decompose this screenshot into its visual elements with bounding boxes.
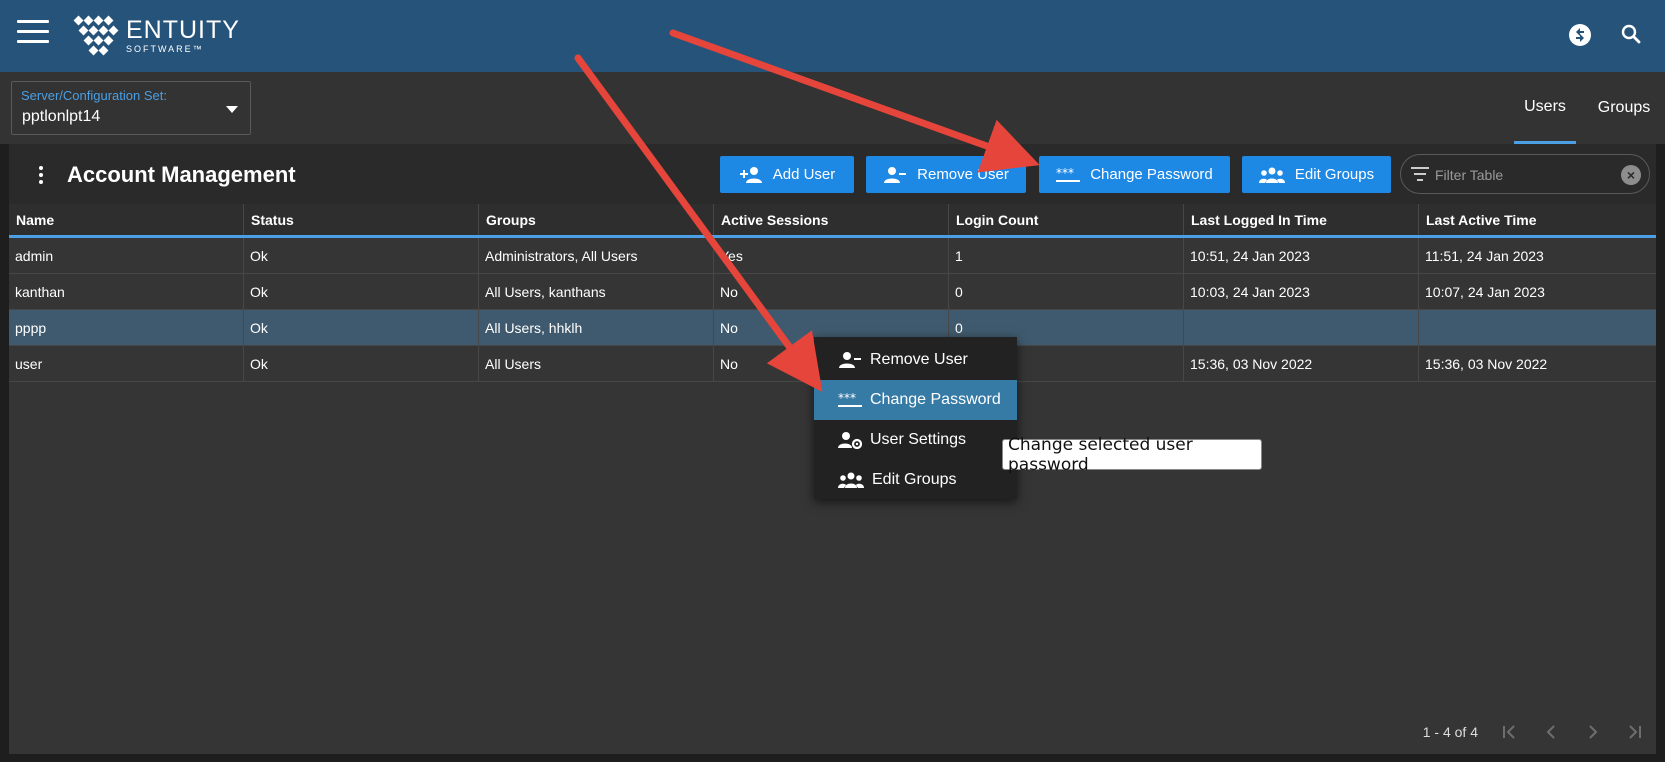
edit-groups-button[interactable]: Edit Groups — [1242, 156, 1391, 193]
chevron-down-icon — [226, 106, 238, 113]
menu-item-change-password[interactable]: *** Change Password — [814, 380, 1017, 420]
column-header[interactable]: Active Sessions — [714, 204, 949, 235]
edit-groups-label: Edit Groups — [1294, 166, 1375, 183]
account-switch-icon[interactable] — [1565, 20, 1595, 50]
add-user-label: Add User — [772, 166, 836, 183]
column-header[interactable]: Name — [9, 204, 244, 235]
prev-page-button[interactable] — [1530, 720, 1572, 744]
table-cell: Administrators, All Users — [479, 238, 714, 273]
add-user-button[interactable]: Add User — [720, 156, 854, 193]
add-user-icon — [739, 166, 762, 183]
column-header[interactable]: Login Count — [949, 204, 1184, 235]
table-cell: 1 — [949, 238, 1184, 273]
sub-header: Server/Configuration Set: pptlonlpt14 Us… — [0, 72, 1665, 144]
logo-name: ENTUITY — [126, 16, 240, 44]
change-password-button[interactable]: *** Change Password — [1039, 156, 1230, 193]
remove-user-icon — [839, 352, 861, 368]
menu-icon[interactable] — [17, 20, 49, 48]
menu-item-label: Edit Groups — [872, 471, 957, 488]
top-bar: ENTUITY SOFTWARE™ — [0, 0, 1665, 72]
last-page-button[interactable] — [1614, 720, 1656, 744]
menu-item-remove-user[interactable]: Remove User — [814, 340, 1017, 380]
menu-item-label: Change Password — [870, 391, 1001, 408]
logo-icon — [73, 15, 119, 56]
filter-input[interactable] — [1435, 163, 1615, 187]
next-page-button[interactable] — [1572, 720, 1614, 744]
svg-text:***: *** — [838, 391, 856, 405]
tab-groups[interactable]: Groups — [1591, 72, 1657, 144]
server-configuration-select[interactable]: Server/Configuration Set: pptlonlpt14 — [11, 81, 251, 135]
change-password-label: Change Password — [1090, 166, 1213, 183]
table-cell: admin — [9, 238, 244, 273]
next-page-icon — [1589, 725, 1598, 739]
table-cell: Ok — [244, 238, 479, 273]
table-cell: All Users, kanthans — [479, 274, 714, 309]
first-page-button[interactable] — [1488, 720, 1530, 744]
column-header[interactable]: Status — [244, 204, 479, 235]
menu-item-user-settings[interactable]: User Settings — [814, 420, 1017, 460]
table-cell: 0 — [949, 274, 1184, 309]
column-header[interactable]: Last Active Time — [1419, 204, 1656, 235]
table-cell: Ok — [244, 346, 479, 381]
search-icon[interactable] — [1617, 20, 1647, 50]
table-row[interactable]: kanthan Ok All Users, kanthans No 0 10:03, 24… — [9, 274, 1656, 310]
last-page-icon — [1629, 725, 1641, 739]
filter-table: × — [1400, 154, 1650, 194]
table-cell: 15:36, 03 Nov 2022 — [1184, 346, 1419, 381]
table-cell: Yes — [714, 238, 949, 273]
filter-icon — [1411, 167, 1429, 181]
table-cell: 10:03, 24 Jan 2023 — [1184, 274, 1419, 309]
user-settings-icon — [838, 432, 862, 449]
table-cell: kanthan — [9, 274, 244, 309]
column-header[interactable]: Last Logged In Time — [1184, 204, 1419, 235]
table-cell — [1419, 310, 1656, 345]
menu-item-label: User Settings — [870, 431, 967, 448]
tooltip: Change selected user password — [1002, 435, 1262, 475]
logo: ENTUITY SOFTWARE™ — [72, 14, 240, 58]
server-select-label: Server/Configuration Set: — [21, 88, 167, 103]
password-icon: *** — [1056, 166, 1081, 182]
menu-item-edit-groups[interactable]: Edit Groups — [814, 460, 1017, 500]
prev-page-icon — [1546, 725, 1555, 739]
table-cell: 11:51, 24 Jan 2023 — [1425, 247, 1544, 264]
group-icon — [1258, 167, 1285, 183]
table-cell: pppp — [9, 310, 244, 345]
pager: 1 - 4 of 4 — [1423, 720, 1656, 744]
context-menu: Remove User *** Change Password User Set… — [814, 337, 1017, 499]
remove-user-icon — [884, 166, 907, 183]
tab-users[interactable]: Users — [1514, 72, 1576, 144]
table-cell: Ok — [244, 310, 479, 345]
table-cell — [1184, 310, 1419, 345]
page-title: Account Management — [67, 162, 296, 187]
menu-item-label: Remove User — [870, 351, 968, 368]
table-cell: All Users, hhklh — [479, 310, 714, 345]
table-cell: user — [9, 346, 244, 381]
table-cell: 15:36, 03 Nov 2022 — [1425, 355, 1548, 372]
table-header: Name Status Groups Active Sessions Login Cou… — [9, 204, 1656, 238]
remove-user-button[interactable]: Remove User — [866, 156, 1026, 193]
table-cell: 10:51, 24 Jan 2023 — [1184, 238, 1419, 273]
password-icon: *** — [838, 391, 862, 407]
table-cell: All Users — [479, 346, 714, 381]
pager-text: 1 - 4 of 4 — [1422, 724, 1478, 740]
logo-sub: SOFTWARE™ — [126, 44, 204, 54]
first-page-icon — [1503, 725, 1515, 739]
table-row[interactable]: admin Ok Administrators, All Users Yes 1 10:5… — [9, 238, 1656, 274]
server-select-value: pptlonlpt14 — [22, 108, 101, 125]
kebab-icon[interactable] — [38, 166, 44, 184]
table-cell: 10:07, 24 Jan 2023 — [1425, 283, 1545, 300]
table-cell: No — [714, 274, 949, 309]
group-icon — [838, 472, 864, 488]
clear-icon[interactable]: × — [1621, 165, 1641, 185]
column-header[interactable]: Groups — [479, 204, 714, 235]
table-cell: Ok — [244, 274, 479, 309]
panel-header: Account Management Add User Remove User … — [9, 144, 1656, 204]
remove-user-label: Remove User — [917, 166, 1009, 183]
svg-text:***: *** — [1056, 166, 1074, 180]
